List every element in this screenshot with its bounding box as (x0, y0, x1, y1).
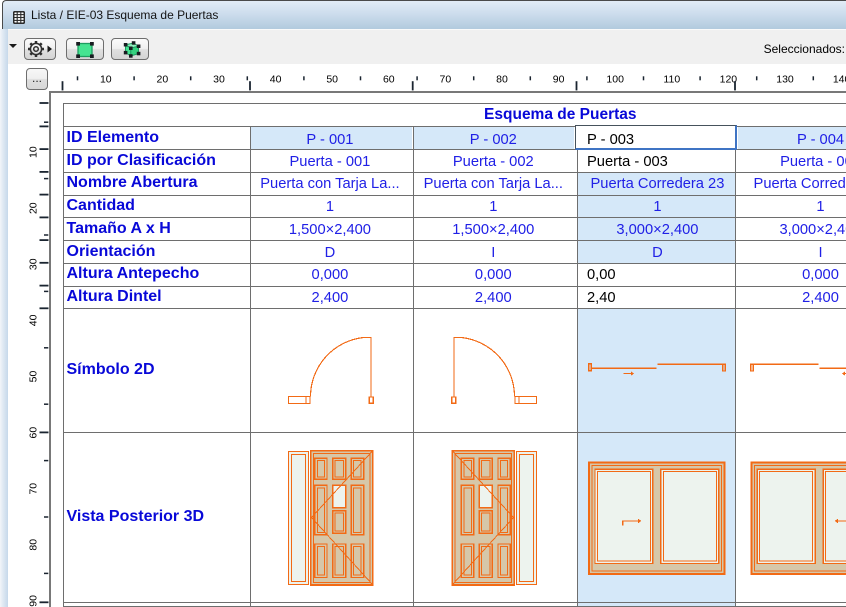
svg-text:30: 30 (213, 74, 225, 86)
svg-text:10: 10 (28, 146, 40, 158)
svg-text:50: 50 (28, 371, 40, 383)
svg-text:80: 80 (28, 539, 40, 551)
svg-text:60: 60 (383, 74, 395, 86)
svg-text:100: 100 (606, 74, 624, 86)
svg-text:20: 20 (157, 74, 169, 86)
svg-text:110: 110 (663, 74, 680, 86)
svg-text:10: 10 (100, 74, 112, 86)
svg-text:70: 70 (440, 74, 452, 86)
svg-text:20: 20 (28, 202, 40, 214)
svg-text:140: 140 (833, 74, 846, 86)
svg-text:130: 130 (776, 74, 794, 86)
svg-text:90: 90 (553, 74, 565, 86)
svg-text:90: 90 (28, 595, 40, 607)
svg-text:40: 40 (28, 314, 40, 326)
svg-text:50: 50 (326, 74, 338, 86)
svg-text:80: 80 (496, 74, 508, 86)
svg-text:40: 40 (270, 74, 282, 86)
svg-text:70: 70 (28, 483, 40, 495)
svg-text:60: 60 (28, 427, 40, 439)
svg-text:30: 30 (28, 258, 40, 270)
